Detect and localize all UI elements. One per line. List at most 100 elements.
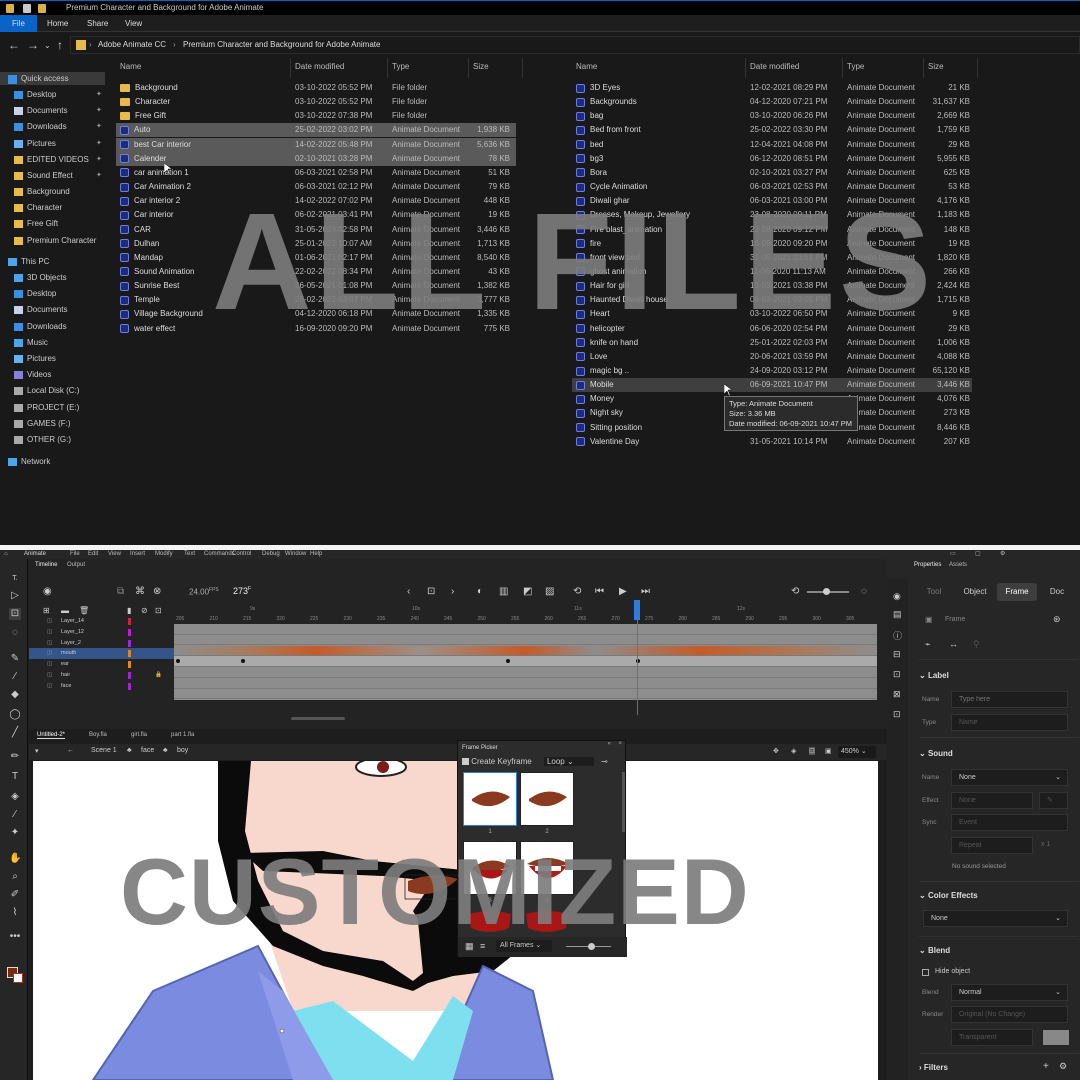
- lasso-tool-icon[interactable]: ◌: [9, 627, 21, 639]
- menu-item[interactable]: Window: [285, 550, 306, 559]
- ribbon-tab-share[interactable]: Share: [87, 15, 108, 32]
- sidebar-item[interactable]: Free Gift: [14, 217, 58, 231]
- file-row[interactable]: Valentine Day 31-05-2021 10:14 PM Animate …: [572, 435, 972, 449]
- delete-layer-icon[interactable]: 🗑: [79, 606, 89, 615]
- sidebar-item[interactable]: Background: [14, 185, 70, 199]
- file-row[interactable]: bg3 06-12-2020 08:51 PM Animate Document 5,…: [572, 152, 972, 166]
- column-header-type[interactable]: Type: [392, 62, 409, 74]
- section-label[interactable]: ⌄ Label: [919, 671, 949, 680]
- file-row[interactable]: bag 03-10-2020 06:26 PM Animate Document 2,…: [572, 109, 972, 123]
- align-icon[interactable]: ⊟: [893, 649, 901, 660]
- sound-name-select[interactable]: None ⌄: [951, 769, 1068, 786]
- render-select[interactable]: Original (No Change): [951, 1006, 1068, 1023]
- current-frame[interactable]: 273F: [233, 586, 251, 596]
- fast-forward-icon[interactable]: ⏭: [641, 586, 650, 597]
- transform-icon[interactable]: ⊡: [893, 669, 901, 680]
- repeat-count[interactable]: x 1: [1041, 841, 1050, 848]
- fps-value[interactable]: 24.00FPS: [189, 587, 219, 597]
- sidebar-item[interactable]: Music: [14, 336, 48, 350]
- document-tab[interactable]: Untitled-2*: [37, 732, 66, 739]
- brush-tool-icon[interactable]: ∕: [9, 671, 21, 683]
- column-divider[interactable]: [387, 58, 388, 78]
- prev-keyframe-icon[interactable]: ‹: [407, 586, 410, 597]
- column-header-name[interactable]: Name: [120, 62, 141, 74]
- color-effects-select[interactable]: None ⌄: [923, 910, 1068, 927]
- menu-item[interactable]: File: [70, 550, 80, 559]
- layer-depth-icon[interactable]: ⌘: [135, 586, 145, 597]
- frame-row[interactable]: [174, 645, 877, 657]
- column-divider[interactable]: [745, 58, 746, 78]
- frame-name-input[interactable]: [951, 691, 1068, 708]
- column-header-size[interactable]: Size: [473, 62, 489, 74]
- new-folder-icon[interactable]: [38, 4, 46, 13]
- code-icon[interactable]: ↔: [949, 639, 958, 649]
- hide-object-checkbox[interactable]: [922, 969, 929, 976]
- section-color-effects[interactable]: ⌄ Color Effects: [919, 891, 978, 900]
- sidebar-item[interactable]: Sound Effect ✦: [14, 169, 102, 183]
- effect-select[interactable]: None: [951, 792, 1033, 809]
- column-divider[interactable]: [290, 58, 291, 78]
- sidebar-item-network[interactable]: Network: [8, 455, 50, 469]
- classic-tween-icon[interactable]: ▨: [545, 586, 554, 597]
- tab-assets[interactable]: Assets: [949, 562, 967, 568]
- history-icon[interactable]: ⊠: [893, 689, 901, 700]
- column-header-type[interactable]: Type: [847, 62, 864, 74]
- pencil-icon[interactable]: ✐: [9, 889, 21, 901]
- sidebar-item[interactable]: Downloads ✦: [14, 120, 102, 134]
- collapse-icon[interactable]: T.: [9, 573, 21, 585]
- fit-icon[interactable]: ⟲: [791, 586, 799, 597]
- layer-row[interactable]: ◫ mouth: [29, 648, 174, 659]
- shape-tween-icon[interactable]: ◩: [523, 586, 532, 597]
- sidebar-item[interactable]: Downloads: [14, 320, 67, 334]
- onion-skin-icon[interactable]: ⧉: [117, 586, 124, 597]
- layer-row[interactable]: ◫ Layer_12: [29, 627, 174, 638]
- up-arrow-icon[interactable]: ↑: [57, 38, 63, 52]
- file-row[interactable]: magic bg .. 24-09-2020 03:12 PM Animate Do…: [572, 364, 972, 378]
- sidebar-item[interactable]: Documents: [14, 303, 67, 317]
- file-row[interactable]: Love 20-06-2021 03:59 PM Animate Document 4…: [572, 350, 972, 364]
- layer-row[interactable]: ◫ face: [29, 681, 174, 692]
- layer-row[interactable]: ◫ Layer_14: [29, 616, 174, 627]
- info-icon[interactable]: ⓘ: [893, 629, 902, 642]
- slider-handle[interactable]: [588, 943, 595, 950]
- subtab-tool[interactable]: Tool: [917, 583, 951, 601]
- eyedropper-icon[interactable]: ⁄: [9, 809, 21, 821]
- timeline-scrollbar[interactable]: [291, 717, 345, 720]
- breadcrumb-boy[interactable]: boy: [177, 747, 188, 754]
- menu-item[interactable]: Debug: [262, 550, 280, 559]
- library-icon[interactable]: ▤: [893, 609, 902, 620]
- next-keyframe-icon[interactable]: ›: [451, 586, 454, 597]
- column-header-date[interactable]: Date modified: [295, 62, 344, 74]
- layer-color-swatch[interactable]: [128, 618, 131, 625]
- frame-row[interactable]: [174, 689, 877, 700]
- ribbon-tab-file[interactable]: File: [0, 15, 37, 32]
- keyframe-marker[interactable]: [506, 659, 510, 664]
- keyframe-marker[interactable]: [241, 659, 245, 664]
- breadcrumb-item[interactable]: Premium Character and Background for Ado…: [183, 40, 380, 49]
- rewind-icon[interactable]: ⏮: [595, 586, 604, 597]
- file-row[interactable]: 3D Eyes 12-02-2021 08:29 PM Animate Docume…: [572, 81, 972, 95]
- loop-select[interactable]: Loop ⌄: [543, 757, 594, 766]
- hide-icon[interactable]: ⊘: [141, 606, 148, 615]
- menu-item[interactable]: Modify: [155, 550, 173, 559]
- column-header-size[interactable]: Size: [928, 62, 944, 74]
- motion-icon[interactable]: ⊡: [893, 709, 901, 720]
- tab-output[interactable]: Output: [67, 562, 85, 568]
- section-sound[interactable]: ⌄ Sound: [919, 749, 953, 758]
- file-row[interactable]: Bora 02-10-2021 03:27 PM Animate Document 6…: [572, 166, 972, 180]
- file-row[interactable]: Mobile 06-09-2021 10:47 PM Animate Documen…: [572, 378, 972, 393]
- new-folder-icon[interactable]: ▬: [61, 606, 69, 615]
- keyframe-marker[interactable]: [176, 659, 180, 664]
- properties-icon[interactable]: [23, 4, 31, 13]
- column-header-date[interactable]: Date modified: [750, 62, 799, 74]
- menu-item[interactable]: Edit: [88, 550, 98, 559]
- loop-icon[interactable]: ⟲: [573, 586, 581, 597]
- selection-tool-icon[interactable]: ▷: [9, 590, 21, 602]
- section-filters[interactable]: › Filters: [919, 1063, 948, 1072]
- column-divider[interactable]: [842, 58, 843, 78]
- tween-icon[interactable]: ◐: [477, 586, 483, 597]
- column-divider[interactable]: [977, 58, 978, 78]
- layer-color-swatch[interactable]: [128, 661, 131, 669]
- frame-row[interactable]: [174, 667, 877, 678]
- blend-select[interactable]: Normal ⌄: [951, 984, 1068, 1001]
